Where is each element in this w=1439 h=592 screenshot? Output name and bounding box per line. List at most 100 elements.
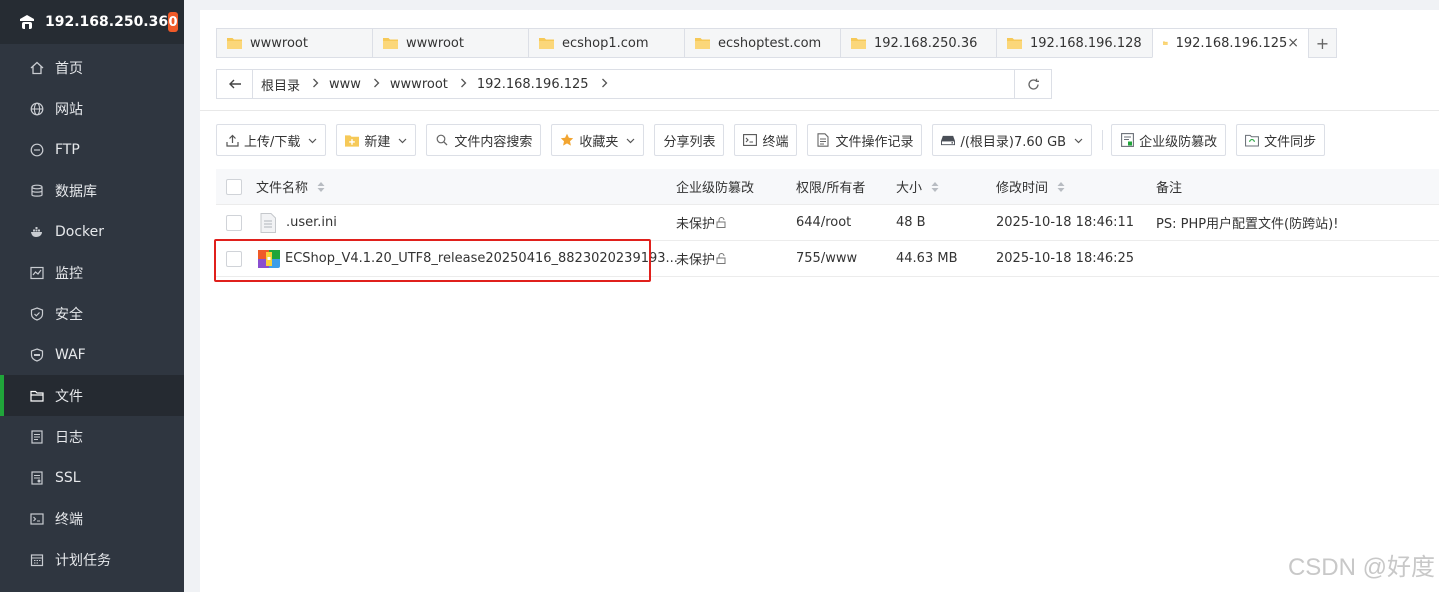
notification-badge[interactable]: 0	[168, 12, 178, 32]
sidebar-item-monitor[interactable]: 监控	[0, 252, 184, 293]
tab-196-125[interactable]: 192.168.196.125 ×	[1152, 28, 1308, 58]
tamper-icon	[1120, 133, 1134, 147]
tamper-label: 企业级防篡改	[1139, 134, 1218, 150]
tab-wwwroot-2[interactable]: wwwroot	[372, 28, 528, 58]
chevron-right-icon	[448, 77, 477, 92]
file-size: 48 B	[896, 215, 926, 230]
tamper-status[interactable]: 未保护	[676, 213, 727, 232]
breadcrumb-wwwroot[interactable]: wwwroot	[390, 77, 448, 92]
col-perm-header: 权限/所有者	[796, 181, 866, 196]
modified-time: 2025-10-18 18:46:11	[996, 215, 1135, 230]
file-name: .user.ini	[286, 215, 337, 230]
col-size-header[interactable]: 大小	[896, 177, 939, 196]
chevron-right-icon	[300, 77, 329, 92]
document-icon	[816, 133, 830, 147]
tamper-status[interactable]: 未保护	[676, 249, 727, 268]
toolbar: 上传/下载 新建 文件内容搜索 收藏夹 分享列表 终端 文件操作记录 /(根目录…	[216, 124, 1335, 156]
folder-icon	[695, 38, 710, 49]
col-mtime-header[interactable]: 修改时间	[996, 177, 1065, 196]
sidebar-item-cron[interactable]: 计划任务	[0, 539, 184, 580]
docker-icon	[30, 225, 44, 239]
tab-ecshoptest[interactable]: ecshoptest.com	[684, 28, 840, 58]
path-bar: 根目录 www wwwroot 192.168.196.125	[216, 69, 1052, 99]
file-size: 44.63 MB	[896, 251, 958, 266]
share-list-button[interactable]: 分享列表	[654, 124, 725, 156]
sidebar-item-files[interactable]: 文件	[0, 375, 184, 416]
sidebar-item-logs[interactable]: 日志	[0, 416, 184, 457]
new-button[interactable]: 新建	[336, 124, 417, 156]
file-icon	[260, 212, 276, 233]
chevron-right-icon	[361, 77, 390, 92]
folder-icon	[383, 38, 398, 49]
tab-label: wwwroot	[406, 35, 464, 51]
tamper-proof-button[interactable]: 企业级防篡改	[1111, 124, 1227, 156]
tab-close-icon[interactable]: ×	[1287, 35, 1299, 51]
file-note[interactable]: PS: PHP用户配置文件(防跨站)!	[1156, 213, 1338, 232]
col-name-header[interactable]: 文件名称	[256, 177, 325, 196]
search-label: 文件内容搜索	[454, 134, 533, 150]
select-all-checkbox[interactable]	[226, 178, 242, 195]
tab-label: 192.168.196.125	[1175, 35, 1288, 51]
row-checkbox[interactable]	[226, 214, 242, 231]
sort-icon	[1057, 181, 1065, 192]
tab-wwwroot-1[interactable]: wwwroot	[216, 28, 372, 58]
arrow-left-icon	[228, 79, 241, 89]
add-tab-button[interactable]: +	[1308, 28, 1337, 58]
chevron-down-icon	[398, 138, 407, 143]
col-mtime-label: 修改时间	[996, 181, 1049, 196]
file-sync-button[interactable]: 文件同步	[1236, 124, 1326, 156]
col-tamper-header: 企业级防篡改	[676, 181, 755, 196]
unlock-icon	[716, 253, 726, 264]
sidebar-item-label: 监控	[55, 265, 83, 282]
folder-icon	[1163, 41, 1168, 45]
folder-icon	[227, 38, 242, 49]
breadcrumb-www[interactable]: www	[329, 77, 361, 92]
sidebar-item-ssl[interactable]: SSL	[0, 457, 184, 498]
tab-ecshop1[interactable]: ecshop1.com	[528, 28, 684, 58]
sidebar-item-terminal[interactable]: 终端	[0, 498, 184, 539]
upload-download-button[interactable]: 上传/下载	[216, 124, 327, 156]
file-name-cell[interactable]: .user.ini	[260, 212, 337, 233]
disk-select-button[interactable]: /(根目录)7.60 GB	[932, 124, 1093, 156]
toolbar-separator	[1102, 130, 1104, 150]
sidebar-item-label: 首页	[55, 60, 83, 77]
tab-196-128[interactable]: 192.168.196.128	[996, 28, 1152, 58]
terminal-button[interactable]: 终端	[734, 124, 798, 156]
sidebar-item-docker[interactable]: Docker	[0, 211, 184, 252]
permission[interactable]: 644/root	[796, 215, 851, 230]
sidebar-item-website[interactable]: 网站	[0, 88, 184, 129]
content-search-button[interactable]: 文件内容搜索	[426, 124, 542, 156]
file-table-header: 文件名称 企业级防篡改 权限/所有者 大小 修改时间 备注	[216, 169, 1439, 205]
sidebar-item-home[interactable]: 首页	[0, 47, 184, 88]
breadcrumb-root[interactable]: 根目录	[253, 75, 300, 94]
col-size-label: 大小	[896, 181, 923, 196]
permission[interactable]: 755/www	[796, 251, 857, 266]
upload-icon	[225, 133, 239, 147]
favorites-button[interactable]: 收藏夹	[551, 124, 645, 156]
tamper-status-label: 未保护	[676, 217, 716, 232]
server-ip[interactable]: 192.168.250.36	[45, 14, 168, 30]
baota-logo-icon	[18, 13, 36, 31]
sidebar-item-security[interactable]: 安全	[0, 293, 184, 334]
divider	[200, 110, 1439, 111]
terminal-icon	[30, 512, 44, 526]
disk-label: /(根目录)7.60 GB	[960, 134, 1067, 150]
sidebar-item-database[interactable]: 数据库	[0, 170, 184, 211]
sidebar-item-label: SSL	[55, 469, 81, 486]
back-button[interactable]	[217, 70, 253, 98]
refresh-button[interactable]	[1014, 70, 1051, 98]
sidebar-item-label: 终端	[55, 511, 83, 528]
share-label: 分享列表	[663, 134, 716, 150]
sidebar-item-ftp[interactable]: FTP	[0, 129, 184, 170]
upload-label: 上传/下载	[244, 134, 301, 150]
chevron-down-icon	[627, 138, 635, 143]
sidebar-item-waf[interactable]: WAF	[0, 334, 184, 375]
tab-250-36[interactable]: 192.168.250.36	[840, 28, 996, 58]
col-note-header: 备注	[1156, 181, 1183, 196]
table-row[interactable]: .user.ini 未保护 644/root 48 B 2025-10-18 1…	[216, 205, 1439, 241]
search-icon	[435, 133, 449, 147]
breadcrumb-current[interactable]: 192.168.196.125	[477, 77, 589, 92]
sidebar-item-label: Docker	[55, 223, 105, 240]
file-manager: wwwroot wwwroot ecshop1.com ecshoptest.c…	[200, 10, 1439, 592]
file-oplog-button[interactable]: 文件操作记录	[807, 124, 923, 156]
